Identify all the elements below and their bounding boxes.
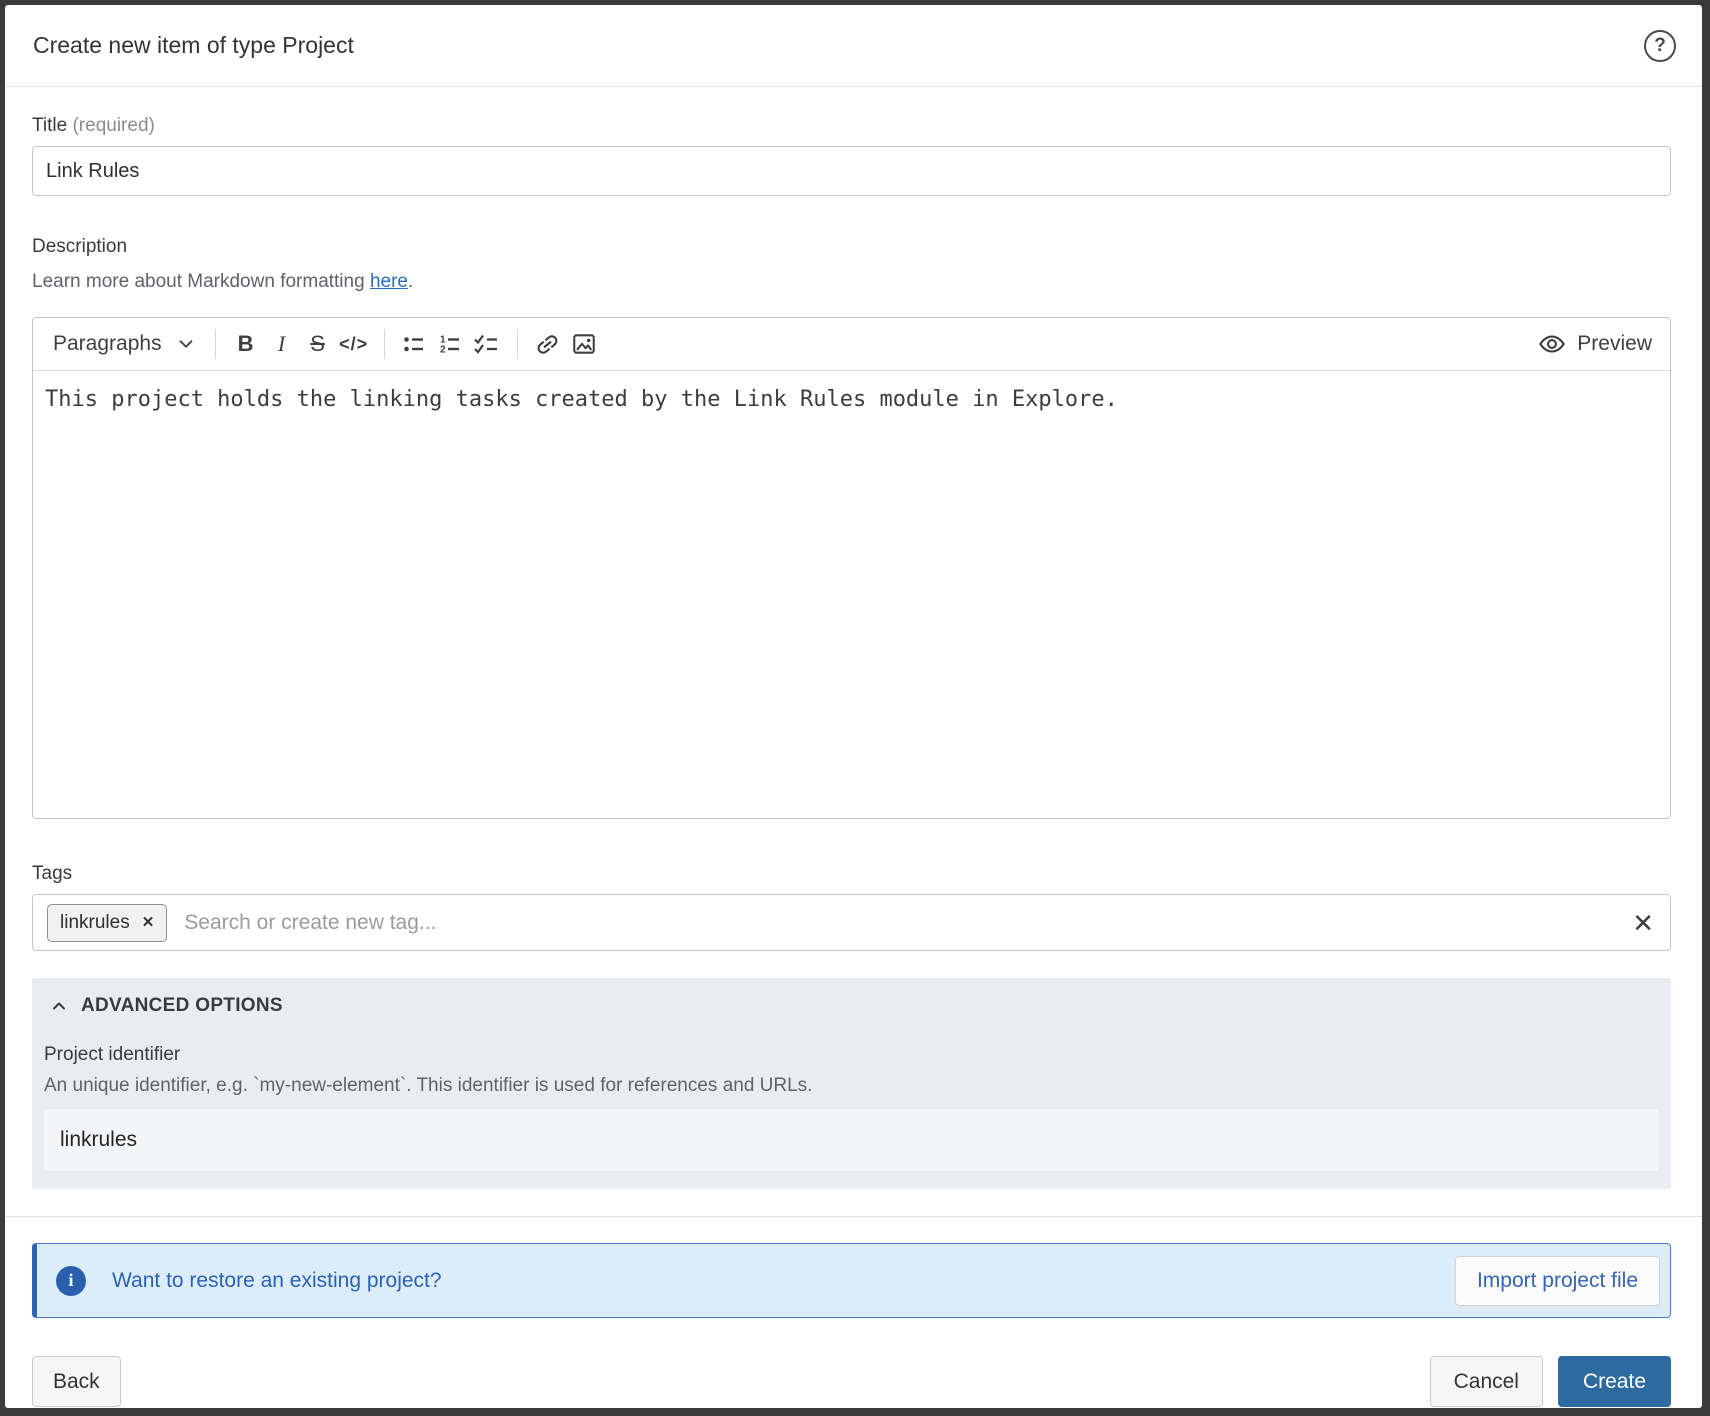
svg-text:2: 2 xyxy=(440,345,446,356)
link-icon xyxy=(537,334,558,354)
description-textarea[interactable]: This project holds the linking tasks cre… xyxy=(33,371,1670,818)
title-label-text: Title xyxy=(32,115,68,136)
markdown-hint: Learn more about Markdown formatting her… xyxy=(32,271,1671,293)
advanced-options-toggle[interactable]: ADVANCED OPTIONS xyxy=(44,995,1659,1017)
markdown-here-link[interactable]: here xyxy=(370,271,408,292)
project-identifier-input[interactable] xyxy=(44,1109,1659,1171)
insert-link-button[interactable] xyxy=(530,325,566,363)
toolbar-separator xyxy=(383,329,385,359)
italic-icon: I xyxy=(277,331,286,356)
question-glyph: ? xyxy=(1654,34,1666,56)
back-button[interactable]: Back xyxy=(32,1356,121,1407)
dialog-title: Create new item of type Project xyxy=(33,32,354,58)
dialog-footer: Back Cancel Create xyxy=(5,1356,1702,1407)
tags-label: Tags xyxy=(32,863,73,884)
editor-toolbar: Paragraphs B I S </> 1 2 Preview xyxy=(33,318,1670,371)
clear-tags-icon[interactable]: ✕ xyxy=(1632,910,1654,936)
remove-tag-icon[interactable]: ✕ xyxy=(142,915,155,930)
description-editor: Paragraphs B I S </> 1 2 Preview This pr… xyxy=(32,317,1671,819)
restore-project-banner: i Want to restore an existing project? I… xyxy=(32,1243,1671,1318)
strikethrough-button[interactable]: S xyxy=(300,325,336,363)
preview-toggle[interactable]: Preview xyxy=(1534,325,1656,363)
advanced-options-title: ADVANCED OPTIONS xyxy=(81,995,283,1016)
image-icon xyxy=(572,334,595,354)
bold-button[interactable]: B xyxy=(228,325,264,363)
help-icon[interactable]: ? xyxy=(1644,29,1676,62)
preview-label: Preview xyxy=(1577,332,1652,355)
italic-button[interactable]: I xyxy=(264,325,300,363)
advanced-options-section: ADVANCED OPTIONS Project identifier An u… xyxy=(32,978,1671,1189)
create-button[interactable]: Create xyxy=(1557,1356,1671,1407)
tags-input-container[interactable]: linkrules ✕ ✕ xyxy=(32,894,1671,951)
block-type-dropdown[interactable]: Paragraphs xyxy=(47,325,203,363)
restore-banner-message: Want to restore an existing project? xyxy=(112,1268,442,1292)
bold-icon: B xyxy=(237,331,254,356)
title-label: Title (required) xyxy=(32,115,1671,137)
dialog-body: Title (required) Description Learn more … xyxy=(5,87,1702,1408)
dialog-header: Create new item of type Project ? xyxy=(5,5,1702,87)
modal-backdrop: Create new item of type Project ? Title … xyxy=(0,0,1710,1416)
code-icon: </> xyxy=(339,333,369,354)
info-icon: i xyxy=(56,1265,86,1296)
bullet-list-icon xyxy=(403,337,423,352)
required-hint: (required) xyxy=(72,115,155,136)
code-button[interactable]: </> xyxy=(336,325,372,363)
title-field-block: Title (required) xyxy=(32,115,1671,196)
eye-icon xyxy=(1539,335,1566,353)
markdown-hint-suffix: . xyxy=(407,271,414,292)
block-type-value: Paragraphs xyxy=(53,332,162,355)
numbered-list-icon: 1 2 xyxy=(440,335,459,356)
banner-row: i Want to restore an existing project? I… xyxy=(5,1243,1702,1318)
numbered-list-button[interactable]: 1 2 xyxy=(433,325,469,363)
form-area: Title (required) Description Learn more … xyxy=(5,87,1702,1189)
tag-search-input[interactable] xyxy=(182,909,1618,936)
chevron-up-icon xyxy=(53,1002,65,1010)
toolbar-separator xyxy=(516,329,518,359)
bullet-list-button[interactable] xyxy=(397,325,433,363)
checklist-button[interactable] xyxy=(469,325,505,363)
toolbar-separator xyxy=(214,329,216,359)
markdown-hint-prefix: Learn more about Markdown formatting xyxy=(32,271,370,292)
tag-chip-label: linkrules xyxy=(60,911,130,933)
project-identifier-description: An unique identifier, e.g. `my-new-eleme… xyxy=(44,1075,813,1096)
description-label: Description xyxy=(32,236,128,257)
cancel-button[interactable]: Cancel xyxy=(1429,1356,1543,1407)
title-input[interactable] xyxy=(32,146,1671,196)
strikethrough-icon: S xyxy=(310,331,325,356)
create-project-dialog: Create new item of type Project ? Title … xyxy=(5,5,1702,1408)
footer-divider xyxy=(5,1216,1702,1217)
project-identifier-label: Project identifier xyxy=(44,1044,181,1065)
chevron-down-icon xyxy=(179,340,192,348)
checklist-icon xyxy=(474,334,498,354)
info-glyph: i xyxy=(68,1270,74,1290)
insert-image-button[interactable] xyxy=(566,325,602,363)
tag-chip: linkrules ✕ xyxy=(47,903,168,942)
import-project-file-button[interactable]: Import project file xyxy=(1454,1255,1660,1306)
